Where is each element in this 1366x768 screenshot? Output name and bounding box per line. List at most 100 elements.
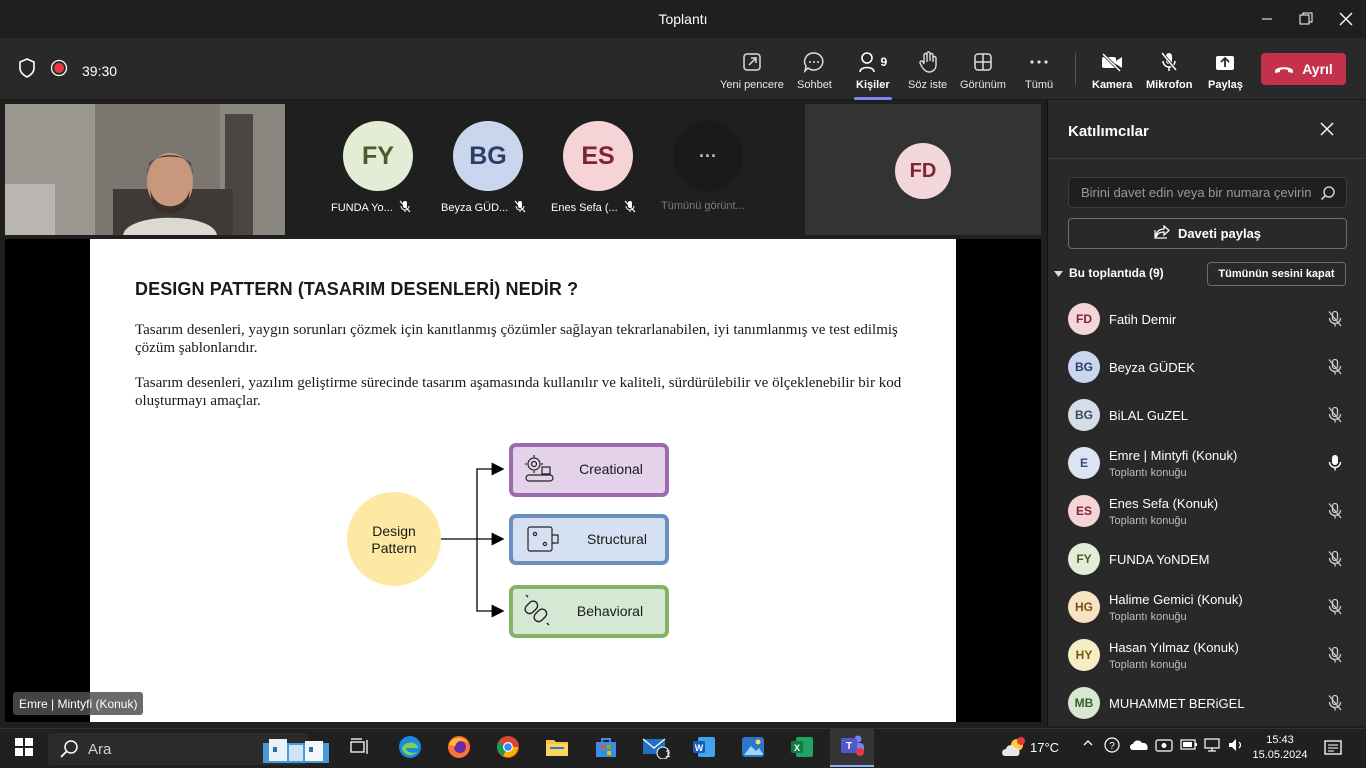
view-all-button[interactable]: ··· bbox=[673, 121, 743, 191]
file-explorer-button[interactable] bbox=[539, 735, 575, 763]
hidden-icons-chevron[interactable] bbox=[1082, 737, 1094, 752]
mic-muted-icon[interactable] bbox=[1327, 550, 1343, 573]
new-window-button[interactable]: Yeni pencere bbox=[720, 50, 784, 98]
excel-button[interactable]: X bbox=[784, 735, 820, 763]
participant-name: MUHAMMET BERiGEL bbox=[1109, 696, 1245, 711]
mail-button[interactable]: 1 bbox=[638, 735, 674, 763]
participant-row[interactable]: MB MUHAMMET BERiGEL bbox=[1068, 685, 1358, 729]
participant-row[interactable]: HY Hasan Yılmaz (Konuk) Toplantı konuğu bbox=[1068, 637, 1358, 681]
camera-button[interactable]: Kamera bbox=[1092, 50, 1132, 98]
notifications-icon[interactable] bbox=[1324, 739, 1342, 760]
mic-muted-icon[interactable] bbox=[1327, 502, 1343, 525]
search-icon[interactable] bbox=[1320, 185, 1336, 206]
share-invite-button[interactable]: Daveti paylaş bbox=[1068, 218, 1347, 249]
participant-name: Hasan Yılmaz (Konuk) bbox=[1109, 640, 1239, 655]
store-icon bbox=[594, 736, 618, 763]
invite-field[interactable] bbox=[1068, 177, 1347, 208]
mic-muted-icon bbox=[624, 200, 636, 216]
more-button[interactable]: Tümü bbox=[1025, 50, 1053, 98]
participant-tile-fd[interactable]: FD bbox=[805, 104, 1041, 235]
edge-button[interactable] bbox=[392, 735, 428, 763]
chat-button[interactable]: Sohbet bbox=[797, 50, 832, 98]
mic-muted-icon[interactable] bbox=[1327, 694, 1343, 717]
taskbar-search[interactable]: Ara bbox=[48, 733, 329, 765]
word-button[interactable]: W bbox=[686, 735, 722, 763]
mic-muted-icon[interactable] bbox=[1327, 358, 1343, 381]
maximize-button[interactable] bbox=[1294, 8, 1318, 30]
avatar: MB bbox=[1068, 687, 1100, 719]
close-window-button[interactable] bbox=[1334, 8, 1358, 30]
help-icon[interactable]: ? bbox=[1104, 737, 1120, 756]
chat-icon bbox=[803, 50, 825, 74]
root-node-label-2: Pattern bbox=[371, 540, 416, 556]
avatar: ES bbox=[1068, 495, 1100, 527]
close-panel-button[interactable] bbox=[1320, 122, 1334, 141]
participant-row[interactable]: BG BiLAL GuZEL bbox=[1068, 397, 1358, 441]
weather-button[interactable] bbox=[996, 735, 1032, 763]
teams-icon: T bbox=[839, 733, 865, 762]
participant-row[interactable]: E Emre | Mintyfi (Konuk) Toplantı konuğu bbox=[1068, 445, 1358, 489]
roster-label-1: FUNDA Yo... bbox=[331, 200, 411, 216]
participant-name: BiLAL GuZEL bbox=[1109, 408, 1189, 423]
participant-row[interactable]: ES Enes Sefa (Konuk) Toplantı konuğu bbox=[1068, 493, 1358, 537]
minimize-button[interactable] bbox=[1255, 8, 1279, 30]
system-clock[interactable]: 15:43 15.05.2024 bbox=[1250, 733, 1310, 763]
hang-up-icon bbox=[1274, 61, 1294, 77]
teams-button[interactable]: T bbox=[830, 729, 874, 767]
participant-name: Emre | Mintyfi (Konuk) bbox=[1109, 448, 1238, 463]
svg-text:?: ? bbox=[1109, 741, 1115, 752]
mic-muted-icon[interactable] bbox=[1327, 406, 1343, 429]
meeting-timer: 39:30 bbox=[82, 62, 118, 79]
people-icon: 9 bbox=[858, 50, 887, 74]
task-view-button[interactable] bbox=[342, 735, 378, 763]
windows-logo-icon bbox=[15, 737, 33, 761]
roster-avatar-3[interactable]: ES bbox=[563, 121, 633, 191]
start-button[interactable] bbox=[6, 735, 42, 763]
mic-button[interactable]: Mikrofon bbox=[1146, 50, 1192, 98]
mic-on-icon[interactable] bbox=[1327, 454, 1343, 477]
mic-muted-icon[interactable] bbox=[1327, 310, 1343, 333]
in-meeting-section-toggle[interactable]: Bu toplantıda (9) bbox=[1054, 266, 1164, 280]
chrome-button[interactable] bbox=[490, 735, 526, 763]
volume-icon[interactable] bbox=[1227, 737, 1245, 756]
security-icon[interactable] bbox=[1155, 737, 1173, 756]
search-highlight-image bbox=[263, 735, 329, 767]
raise-hand-button[interactable]: Söz iste bbox=[908, 50, 947, 98]
roster-label-3: Enes Sefa (... bbox=[551, 200, 636, 216]
participant-row[interactable]: FD Fatih Demir bbox=[1068, 301, 1358, 345]
participant-row[interactable]: BG Beyza GÜDEK bbox=[1068, 349, 1358, 393]
store-button[interactable] bbox=[588, 735, 624, 763]
share-arrow-icon bbox=[1154, 224, 1170, 242]
participant-row[interactable]: HG Halime Gemici (Konuk) Toplantı konuğu bbox=[1068, 589, 1358, 633]
weather-temp: 17°C bbox=[1030, 740, 1060, 755]
people-button[interactable]: 9 Kişiler bbox=[854, 50, 892, 100]
grid-icon bbox=[973, 50, 993, 74]
hand-icon bbox=[918, 50, 938, 74]
shield-icon bbox=[18, 58, 36, 83]
onedrive-icon[interactable] bbox=[1129, 737, 1149, 754]
photos-icon bbox=[741, 736, 765, 763]
mute-all-button[interactable]: Tümünün sesini kapat bbox=[1207, 262, 1346, 286]
firefox-button[interactable] bbox=[441, 735, 477, 763]
network-icon[interactable] bbox=[1204, 737, 1222, 756]
view-button[interactable]: Görünüm bbox=[960, 50, 1006, 98]
photos-button[interactable] bbox=[735, 735, 771, 763]
creational-label: Creational bbox=[579, 461, 643, 477]
roster-avatar-1[interactable]: FY bbox=[343, 121, 413, 191]
share-button[interactable]: Paylaş bbox=[1208, 50, 1243, 98]
participant-role: Toplantı konuğu bbox=[1109, 659, 1187, 671]
avatar: HG bbox=[1068, 591, 1100, 623]
invite-input[interactable] bbox=[1081, 185, 1311, 200]
presenter-video[interactable] bbox=[5, 104, 285, 235]
mic-muted-icon[interactable] bbox=[1327, 598, 1343, 621]
mic-muted-icon[interactable] bbox=[1327, 646, 1343, 669]
participant-row[interactable]: FY FUNDA YoNDEM bbox=[1068, 541, 1358, 585]
roster-avatar-2[interactable]: BG bbox=[453, 121, 523, 191]
leave-button[interactable]: Ayrıl bbox=[1261, 53, 1346, 85]
avatar: HY bbox=[1068, 639, 1100, 671]
panel-title: Katılımcılar bbox=[1068, 123, 1149, 140]
avatar: FD bbox=[1068, 303, 1100, 335]
participant-role: Toplantı konuğu bbox=[1109, 515, 1187, 527]
battery-icon[interactable] bbox=[1180, 737, 1198, 754]
view-all-label[interactable]: Tümünü görünt... bbox=[661, 200, 745, 212]
